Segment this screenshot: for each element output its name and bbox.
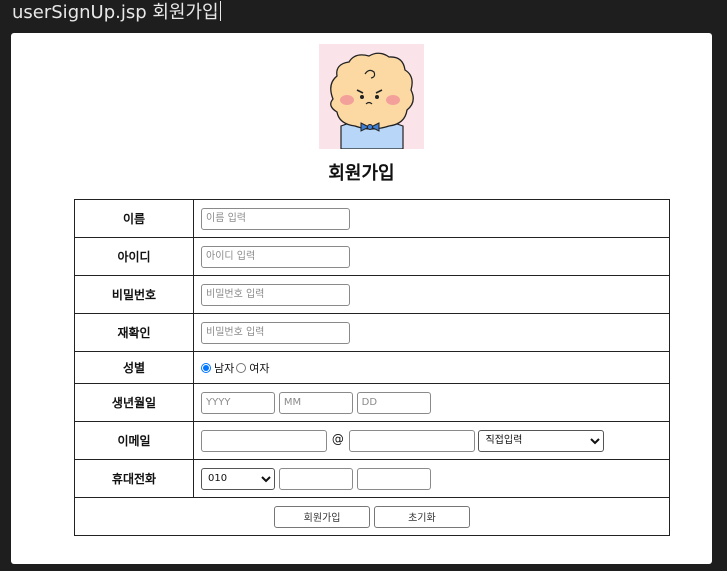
avatar — [319, 44, 424, 149]
gender-row: 성별 남자 여자 — [74, 351, 670, 384]
password-confirm-row: 재확인 — [74, 313, 670, 352]
name-label: 이름 — [74, 199, 194, 238]
signup-page: 회원가입 이름 아이디 비밀번호 재확인 성별 — [11, 33, 712, 564]
phone-middle-input[interactable] — [278, 467, 353, 490]
buttons-row: 회원가입 초기화 — [74, 497, 670, 536]
email-row: 이메일 @ 직접입력 — [74, 421, 670, 460]
gender-radio-group: 남자 여자 — [201, 360, 669, 376]
signup-form-table: 이름 아이디 비밀번호 재확인 성별 — [74, 199, 670, 536]
birth-year-input[interactable] — [201, 391, 275, 414]
birth-row: 생년월일 — [74, 383, 670, 422]
window-title: userSignUp.jsp 회원가입 — [12, 0, 221, 28]
email-at-sign: @ — [331, 432, 344, 446]
password-row: 비밀번호 — [74, 275, 670, 314]
gender-female-label[interactable]: 여자 — [249, 360, 269, 376]
email-domain-select[interactable]: 직접입력 — [478, 429, 605, 452]
signup-submit-button[interactable]: 회원가입 — [274, 505, 371, 528]
userid-label: 아이디 — [74, 237, 194, 276]
text-cursor — [219, 1, 221, 21]
email-domain-input[interactable] — [348, 429, 475, 452]
gender-male-label[interactable]: 남자 — [214, 360, 234, 376]
birth-label: 생년월일 — [74, 383, 194, 422]
password-confirm-input[interactable] — [201, 321, 350, 344]
phone-prefix-select[interactable]: 010 — [201, 467, 275, 490]
form-title: 회원가입 — [328, 163, 395, 184]
password-confirm-label: 재확인 — [74, 313, 194, 352]
email-label: 이메일 — [74, 421, 194, 460]
birth-month-input[interactable] — [278, 391, 353, 414]
password-label: 비밀번호 — [74, 275, 194, 314]
birth-day-input[interactable] — [356, 391, 431, 414]
gender-male-radio[interactable] — [201, 362, 211, 373]
userid-row: 아이디 — [74, 237, 670, 276]
name-row: 이름 — [74, 199, 670, 238]
phone-row: 휴대전화 010 — [74, 459, 670, 498]
email-id-input[interactable] — [201, 429, 327, 452]
gender-label: 성별 — [74, 351, 194, 384]
bear-avatar-icon — [319, 44, 424, 149]
phone-last-input[interactable] — [356, 467, 431, 490]
window-title-text: userSignUp.jsp 회원가입 — [12, 2, 219, 23]
userid-input[interactable] — [201, 245, 350, 268]
password-input[interactable] — [201, 283, 350, 306]
reset-button[interactable]: 초기화 — [373, 505, 470, 528]
name-input[interactable] — [201, 207, 350, 230]
phone-label: 휴대전화 — [74, 459, 194, 498]
gender-female-radio[interactable] — [236, 362, 247, 373]
